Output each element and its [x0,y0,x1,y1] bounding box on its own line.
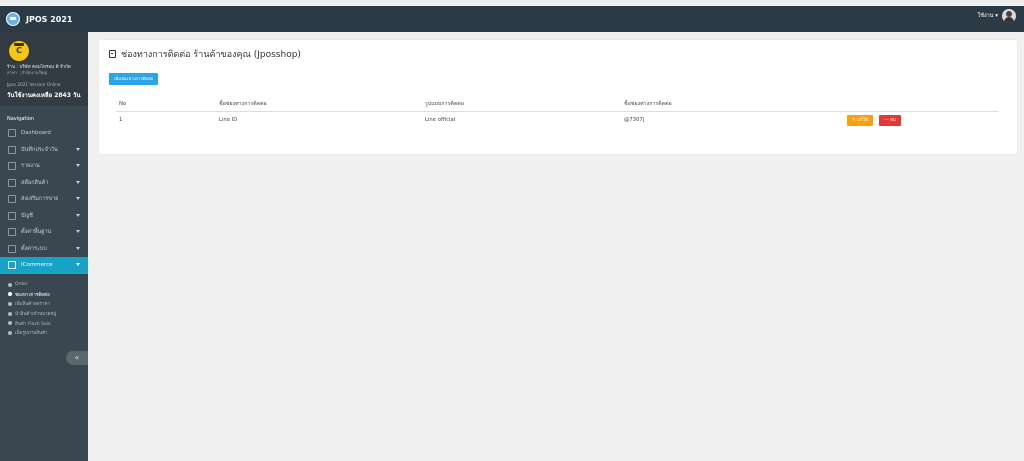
sidebar-collapse-button[interactable]: « [66,351,88,365]
submenu-item-flash-sale[interactable]: สินค้า Flash Sale [0,318,88,328]
page-title-text: ช่องทางการติดต่อ ร้านค้าของคุณ (Jposshop… [121,50,301,60]
document-icon [109,50,116,58]
settings-icon [8,228,16,237]
delete-button[interactable]: — ลบ [879,114,901,126]
chevron-down-icon [76,164,80,167]
app-version: Jpos 2021 Version Online [7,83,61,88]
submenu-label: เพิ่มรูปภาพสินค้า [15,331,48,337]
remaining-days: วันใช้งานคงเหลือ 2843 วัน [7,92,81,99]
contact-channels-table: No ชื่อช่องทางการติดต่อ รูปแบบการติดต่อ … [116,97,999,128]
dot-icon [8,301,12,306]
brand-logo-icon [6,12,20,26]
brand[interactable]: JPOS 2021 [0,12,72,26]
nav-item-label: รายงาน [21,163,40,170]
submenu-label: สินค้า Flash Sale [15,321,51,327]
submenu-label: Order [15,282,28,288]
column-header-actions [847,97,999,112]
submenu-label: นำสินค้าเข้าหมวดหมู่ [15,312,57,318]
calendar-icon [8,145,16,154]
contact-channels-card: ช่องทางการติดต่อ ร้านค้าของคุณ (Jposshop… [99,40,1017,154]
cell-channel-name: Line ID [219,117,238,123]
column-header-channel-name: ชื่อช่องทางการติดต่อ [219,97,425,112]
wrench-icon [8,244,16,253]
sidebar: C ร้าน : บริษัท คอมไทรอน ดี จำกัด สาขา :… [0,32,88,461]
submenu-item-product-category[interactable]: นำสินค้าเข้าหมวดหมู่ [0,309,88,319]
phone-icon [8,261,16,270]
nav-item-report[interactable]: รายงาน [0,158,88,175]
nav-item-label: ICommerce [21,262,53,269]
chevron-down-icon [76,230,80,233]
shop-profile: C ร้าน : บริษัท คอมไทรอน ดี จำกัด สาขา :… [0,32,88,106]
nav-item-label: บัญชี [21,212,33,219]
nav-item-label: Dashboard [21,130,51,137]
nav-item-stock[interactable]: สต๊อกสินค้า [0,175,88,192]
edit-button[interactable]: ✎ แก้ไข [847,114,874,126]
shop-avatar: C [8,40,30,62]
account-icon [8,211,16,220]
submenu-item-contact-channels[interactable]: ช่องทางการติดต่อ [0,290,88,300]
cell-channel-value: @7307j [624,117,645,123]
dot-icon [8,321,12,326]
nav-item-dashboard[interactable]: Dashboard [0,125,88,142]
stock-icon [8,178,16,187]
submenu-label: ช่องทางการติดต่อ [15,292,50,298]
cell-contact-type: Line official [425,117,456,123]
chevron-down-icon [76,246,80,250]
nav-item-label: ตั้งค่าพื้นฐาน [21,229,52,236]
submenu-item-discount-products[interactable]: เพิ่มสินค้าลดราคา [0,299,88,309]
nav-item-label: สต๊อกสินค้า [21,179,49,186]
nav-item-basic-settings[interactable]: ตั้งค่าพื้นฐาน [0,224,88,241]
user-menu-label[interactable]: ใช้งาน ▾ [978,12,998,20]
page-title: ช่องทางการติดต่อ ร้านค้าของคุณ (Jposshop… [109,47,301,61]
promotion-icon [8,195,16,204]
nav-item-label: ตั้งค่าระบบ [21,245,47,252]
user-menu[interactable]: ใช้งาน ▾ [978,9,1016,23]
nav-item-account[interactable]: บัญชี [0,208,88,225]
nav-item-icommerce[interactable]: ICommerce [0,257,88,274]
icommerce-submenu: Order ช่องทางการติดต่อ เพิ่มสินค้าลดราคา… [0,280,88,338]
nav-item-promotion[interactable]: ส่งเสริมการขาย [0,191,88,208]
pencil-icon: ✎ [852,117,856,123]
table-row: 1 Line ID Line official @7307j ✎ แก้ไข — … [116,112,999,129]
chevron-down-icon [76,263,80,266]
submenu-item-order[interactable]: Order [0,280,88,290]
minus-icon: — [884,117,889,123]
chevron-down-icon [76,180,80,184]
nav-item-label: บันทึกประจำวัน [21,146,58,153]
nav-item-daily[interactable]: บันทึกประจำวัน [0,142,88,159]
table-header-row: No ชื่อช่องทางการติดต่อ รูปแบบการติดต่อ … [116,97,999,112]
nav-item-system-settings[interactable]: ตั้งค่าระบบ [0,241,88,258]
submenu-item-product-images[interactable]: เพิ่มรูปภาพสินค้า [0,328,88,338]
cell-no: 1 [119,117,123,123]
submenu-label: เพิ่มสินค้าลดราคา [15,302,50,308]
dot-icon [8,292,12,297]
dashboard-icon [8,129,16,138]
delete-button-label: ลบ [890,117,896,123]
chevron-down-icon [76,197,80,200]
shop-branch: สาขา : สำนักงานใหญ่ [7,70,48,75]
dot-icon [8,282,12,287]
user-avatar[interactable] [1002,9,1016,23]
brand-name: JPOS 2021 [26,14,73,24]
nav-item-label: ส่งเสริมการขาย [21,196,59,203]
nav-menu: Dashboard บันทึกประจำวัน รายงาน สต๊อกสิน… [0,125,88,274]
top-navbar: JPOS 2021 ใช้งาน ▾ [0,6,1024,32]
dot-icon [8,330,12,335]
chevron-down-icon [76,213,80,217]
column-header-no: No [116,97,219,112]
column-header-channel-value: ชื่อช่องทางการติดต่อ [624,97,847,112]
chevron-down-icon [76,147,80,151]
add-contact-channel-button[interactable]: เพิ่มช่องทางการติดต่อ [109,73,159,85]
report-icon [8,162,16,171]
nav-header: Navigation [7,116,34,122]
dot-icon [8,311,12,316]
column-header-contact-type: รูปแบบการติดต่อ [425,97,624,112]
cell-actions: ✎ แก้ไข — ลบ [847,112,999,129]
edit-button-label: แก้ไข [857,117,869,123]
